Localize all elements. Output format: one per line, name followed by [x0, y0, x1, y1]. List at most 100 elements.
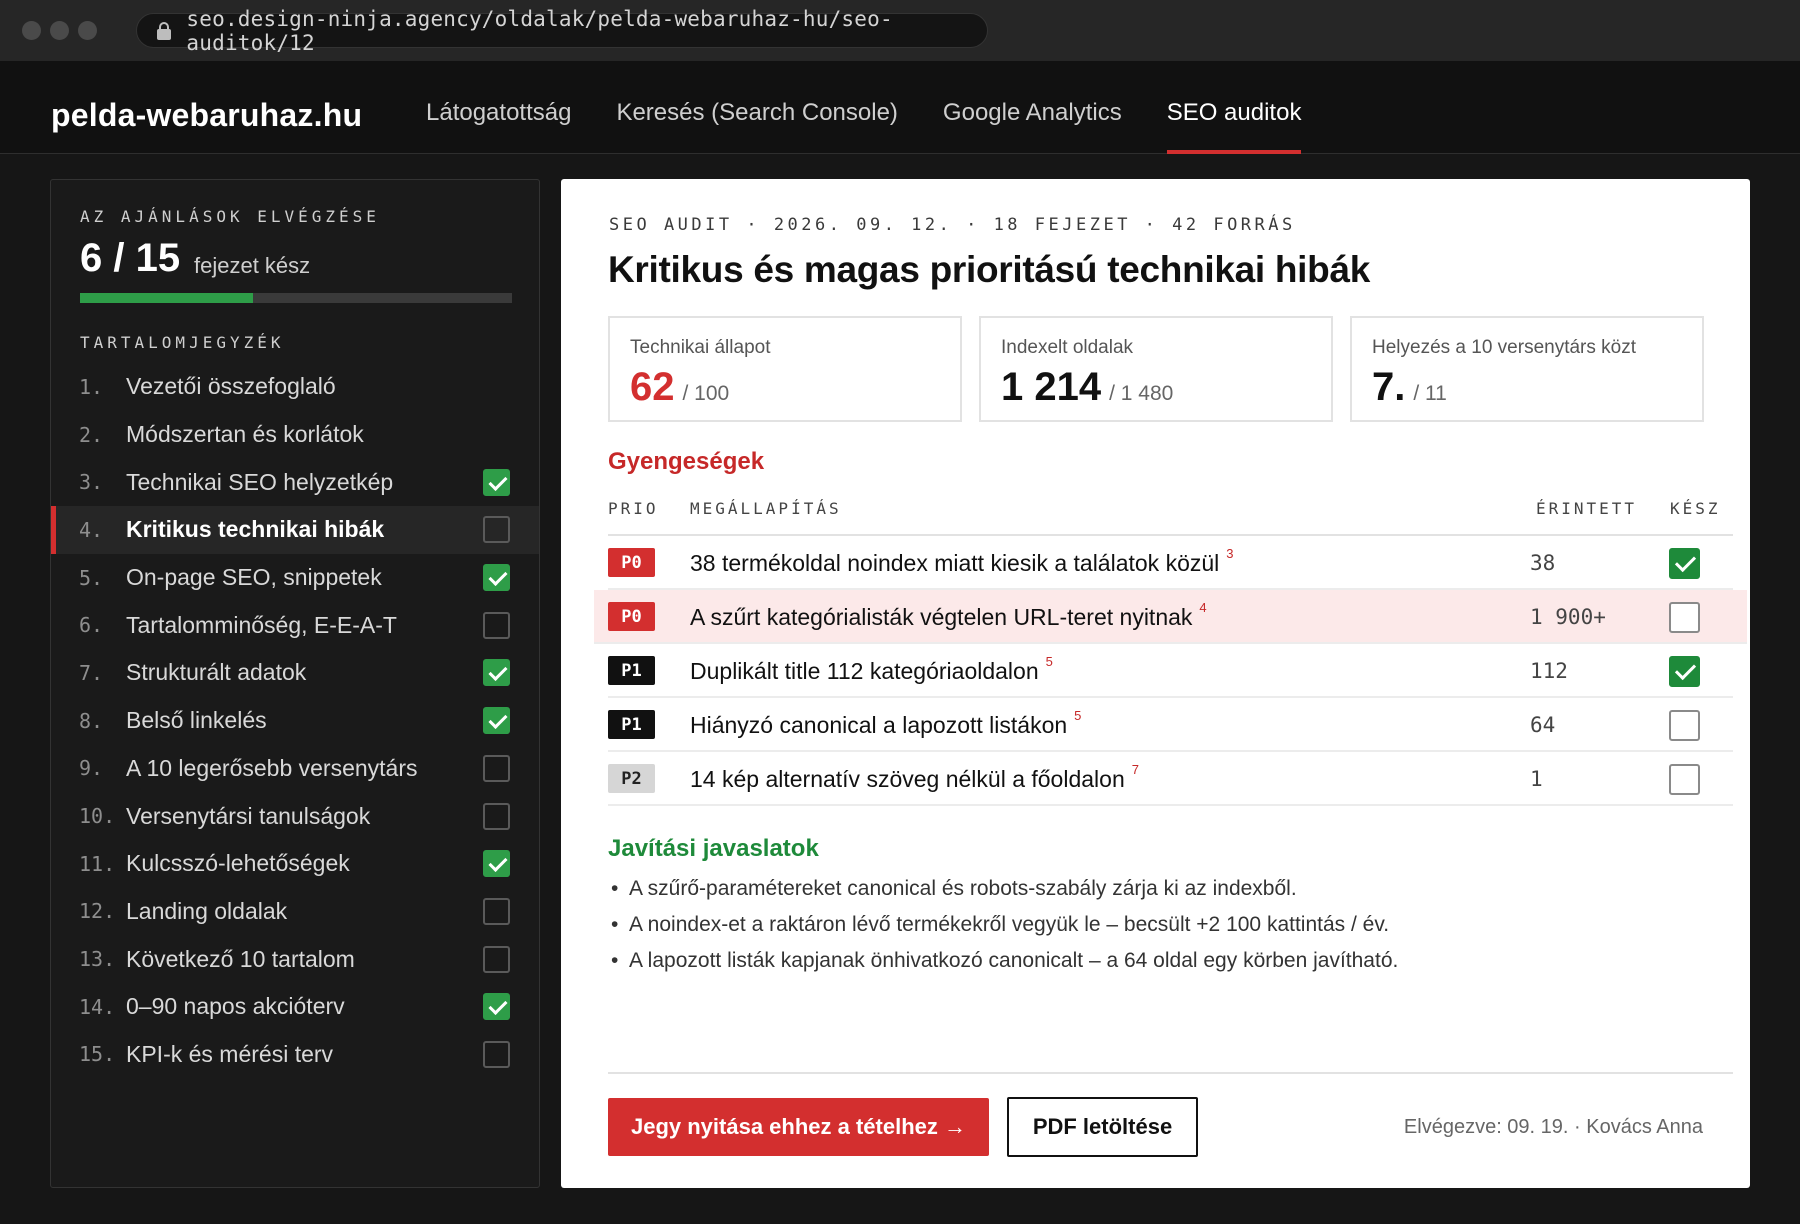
toc-item[interactable]: 10. Versenytársi tanulságok [51, 792, 539, 840]
download-pdf-button[interactable]: PDF letöltése [1007, 1097, 1198, 1157]
toc-item[interactable]: 9. A 10 legerősebb versenytárs [51, 745, 539, 793]
findings-table: P0 38 termékoldal noindex miatt kiesik a … [594, 534, 1747, 806]
open-ticket-button[interactable]: Jegy nyitása ehhez a tételhez → [608, 1098, 989, 1156]
toc-item[interactable]: 2. Módszertan és korlátok [51, 411, 539, 459]
toc-item-number: 10. [79, 804, 116, 829]
table-row[interactable]: P1 Hiányzó canonical a lapozott listákon 5… [608, 698, 1733, 752]
toc-item-label: 0–90 napos akcióterv [126, 993, 345, 1020]
site-brand[interactable]: pelda-webaruhaz.hu [51, 97, 362, 134]
audit-meta: SEO AUDIT · 2026. 09. 12. · 18 FEJEZET ·… [609, 215, 1296, 235]
toc-item-label: Strukturált adatok [126, 659, 307, 686]
checkbox-checked[interactable] [483, 707, 510, 735]
done-checkbox-checked[interactable] [1669, 548, 1700, 579]
toc-item[interactable]: 7. Strukturált adatok [51, 649, 539, 697]
done-checkbox-checked[interactable] [1669, 656, 1700, 687]
priority-badge: P1 [608, 710, 655, 739]
kpi-card-indexed: Indexelt oldalak 1 214 / 1 480 [979, 316, 1333, 422]
window-minimize-dot[interactable] [50, 21, 69, 40]
priority-badge: P2 [608, 764, 655, 793]
toc-item-label: Kritikus technikai hibák [126, 516, 385, 543]
toc-item[interactable]: 6. Tartalomminőség, E-E-A-T [51, 601, 539, 649]
tab-search-console[interactable]: Keresés (Search Console) [616, 61, 897, 154]
checkbox[interactable] [483, 611, 510, 639]
progress-bar [80, 293, 512, 303]
kpi-value: 1 214 / 1 480 [1001, 365, 1173, 410]
toc-item[interactable]: 12. Landing oldalak [51, 888, 539, 936]
browser-chrome: seo.design-ninja.agency/oldalak/pelda-we… [0, 0, 1800, 61]
toc-item[interactable]: 11. Kulcsszó-lehetőségek [51, 840, 539, 888]
toc-item-number: 8. [79, 708, 104, 733]
toc-item-label: KPI-k és mérési terv [126, 1040, 334, 1067]
toc-item[interactable]: 15. KPI-k és mérési terv [51, 1031, 539, 1079]
kpi-card-technical: Technikai állapot 62 / 100 [608, 316, 962, 422]
toc-item[interactable]: 14. 0–90 napos akcióterv [51, 983, 539, 1031]
source-reference[interactable]: 4 [1199, 600, 1206, 615]
checkbox[interactable] [483, 1040, 510, 1068]
toc-item[interactable]: 4. Kritikus technikai hibák [51, 506, 539, 554]
table-row[interactable]: P0 A szűrt kategórialisták végtelen URL-t… [594, 590, 1747, 644]
kpi-card-ranking: Helyezés a 10 versenytárs közt 7. / 11 [1350, 316, 1704, 422]
checkbox[interactable] [483, 945, 510, 973]
table-row[interactable]: P1 Duplikált title 112 kategóriaoldalon 5 1… [608, 644, 1733, 698]
address-bar[interactable]: seo.design-ninja.agency/oldalak/pelda-we… [136, 7, 988, 55]
toc-item-number: 3. [79, 470, 104, 495]
toc-item[interactable]: 13. Következő 10 tartalom [51, 935, 539, 983]
column-header-finding: MEGÁLLAPÍTÁS [690, 499, 842, 518]
priority-badge: P1 [608, 656, 655, 685]
toc-item[interactable]: 1. Vezetői összefoglaló [51, 363, 539, 411]
table-row[interactable]: P0 38 termékoldal noindex miatt kiesik a … [608, 536, 1733, 590]
tab-google-analytics[interactable]: Google Analytics [943, 61, 1122, 154]
toc-item-label: Következő 10 tartalom [126, 945, 355, 972]
toc-item-number: 11. [79, 851, 116, 876]
toc-item[interactable]: 5. On-page SEO, snippetek [51, 554, 539, 602]
checkbox-checked[interactable] [483, 993, 510, 1021]
window-close-dot[interactable] [22, 21, 41, 40]
done-checkbox[interactable] [1669, 602, 1700, 633]
checkbox-checked[interactable] [483, 564, 510, 592]
toc-item-number: 1. [79, 374, 104, 399]
table-row[interactable]: P2 14 kép alternatív szöveg nélkül a főol… [608, 752, 1733, 806]
affected-count: 112 [1530, 659, 1568, 683]
checkbox[interactable] [483, 754, 510, 782]
toc-item-number: 15. [79, 1042, 116, 1067]
done-checkbox[interactable] [1669, 710, 1700, 741]
window-maximize-dot[interactable] [78, 21, 97, 40]
kpi-value-sub: / 100 [682, 382, 730, 405]
checkbox[interactable] [483, 516, 510, 544]
toc-item[interactable]: 8. Belső linkelés [51, 697, 539, 745]
toc-item-label: On-page SEO, snippetek [126, 564, 382, 591]
toc-item-label: Kulcsszó-lehetőségek [126, 850, 350, 877]
checkbox-checked[interactable] [483, 850, 510, 878]
list-item: • A szűrő-paramétereket canonical és robo… [611, 877, 1297, 900]
kpi-label: Technikai állapot [630, 337, 771, 358]
kpi-value-number: 1 214 [1001, 365, 1102, 409]
toc-item-number: 2. [79, 422, 104, 447]
url-text: seo.design-ninja.agency/oldalak/pelda-we… [186, 6, 893, 55]
completion-note: Elvégezve: 09. 19. · Kovács Anna [1403, 1116, 1703, 1138]
column-header-affected: ÉRINTETT [1536, 499, 1638, 518]
tab-seo-auditok[interactable]: SEO auditok [1166, 61, 1301, 154]
checkbox-checked[interactable] [483, 659, 510, 687]
tab-latogatottsag[interactable]: Látogatottság [426, 61, 571, 154]
source-reference[interactable]: 7 [1132, 762, 1139, 777]
done-checkbox[interactable] [1669, 764, 1700, 795]
toc-item-number: 5. [79, 565, 104, 590]
toc-item-label: Módszertan és korlátok [126, 421, 364, 448]
source-reference[interactable]: 3 [1226, 546, 1233, 561]
affected-count: 38 [1530, 551, 1556, 575]
main-panel: SEO AUDIT · 2026. 09. 12. · 18 FEJEZET ·… [561, 179, 1750, 1188]
checkbox-checked[interactable] [483, 468, 510, 496]
checkbox[interactable] [483, 897, 510, 925]
toc-item[interactable]: 3. Technikai SEO helyzetkép [51, 458, 539, 506]
toc-item-number: 6. [79, 613, 104, 638]
source-reference[interactable]: 5 [1046, 654, 1053, 669]
progress-caption: AZ AJÁNLÁSOK ELVÉGZÉSE [80, 207, 380, 226]
finding-label: 38 termékoldal noindex miatt kiesik a ta… [690, 550, 1220, 576]
kpi-cards: Technikai állapot 62 / 100 Indexelt oldal… [608, 316, 1721, 422]
checkbox[interactable] [483, 802, 510, 830]
finding-label: Hiányzó canonical a lapozott listákon [690, 712, 1068, 738]
sidebar: AZ AJÁNLÁSOK ELVÉGZÉSE 6 / 15 fejezet ké… [50, 179, 540, 1188]
finding-text: 38 termékoldal noindex miatt kiesik a ta… [690, 546, 1234, 577]
kpi-value-number: 7. [1372, 365, 1406, 409]
source-reference[interactable]: 5 [1074, 708, 1081, 723]
